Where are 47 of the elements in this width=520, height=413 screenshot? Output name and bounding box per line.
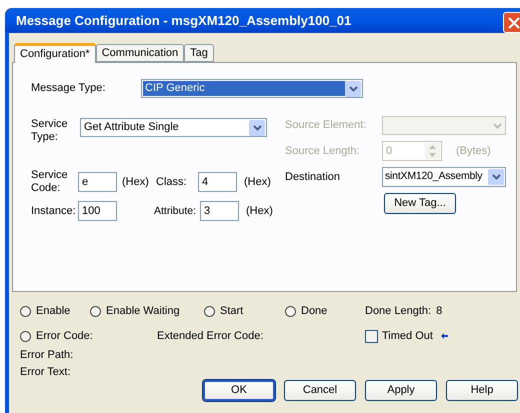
new-tag-button[interactable]: New Tag... — [384, 193, 456, 214]
field-label: Attribute: — [154, 204, 198, 218]
dialog-button[interactable]: Apply — [365, 380, 437, 401]
field-label: Source Length: — [285, 144, 361, 158]
checkbox[interactable] — [365, 330, 378, 342]
tab[interactable]: Communication — [96, 44, 184, 62]
status-label: Done Length: — [365, 304, 432, 319]
field-label: Message Type: — [31, 82, 106, 95]
checkbox-label: Timed Out — [382, 328, 433, 344]
status-label: Error Text: — [19, 365, 72, 380]
input-field[interactable]: 3 — [200, 201, 239, 221]
close-icon[interactable] — [503, 12, 520, 33]
input-field[interactable]: 100 — [78, 201, 117, 221]
tab[interactable]: Configuration* — [14, 43, 96, 63]
combo-value: CIP Generic — [143, 81, 345, 96]
window-title: Message Configuration - msgXM120_Assembly100_01 — [16, 12, 352, 30]
combo-value: Get Attribute Single — [84, 120, 180, 136]
tab[interactable]: Tag — [184, 44, 214, 62]
indicator-label: Done — [301, 304, 328, 319]
status-label: Extended Error Code: — [157, 328, 264, 344]
input-field[interactable]: e — [78, 172, 117, 192]
combo-box[interactable]: CIP Generic — [141, 79, 363, 98]
combo-value: sintXM120_Assembly — [385, 169, 484, 184]
status-value: 8 — [436, 304, 442, 319]
combo-box[interactable]: sintXM120_Assembly — [382, 167, 506, 187]
combo-box[interactable]: Get Attribute Single — [80, 118, 267, 137]
dialog-button[interactable]: Cancel — [284, 380, 356, 401]
indicator-label: Error Code: — [36, 328, 93, 344]
indicator-label: Start — [220, 304, 244, 319]
arrow-left-icon — [440, 333, 448, 339]
field-label: Source Element: — [285, 119, 368, 132]
dialog-button[interactable]: OK — [203, 380, 275, 401]
field-label: Instance: — [31, 204, 77, 218]
field-label: Service Type: — [31, 118, 69, 144]
indicator-label: Enable Waiting — [106, 304, 180, 319]
unit-label: (Bytes) — [456, 144, 491, 159]
status-label: Error Path: — [19, 348, 74, 363]
unit-label: (Hex) — [244, 174, 271, 190]
field-label: Class: — [156, 176, 188, 188]
dialog-button[interactable]: Help — [446, 380, 518, 401]
field-label: Service Code: — [31, 169, 69, 195]
unit-label: (Hex) — [246, 204, 273, 219]
unit-label: (Hex) — [122, 174, 150, 190]
spin-box: 0 — [382, 141, 442, 161]
field-label: Destination — [285, 170, 342, 184]
input-field[interactable]: 4 — [198, 172, 237, 192]
indicator-label: Enable — [36, 304, 70, 319]
